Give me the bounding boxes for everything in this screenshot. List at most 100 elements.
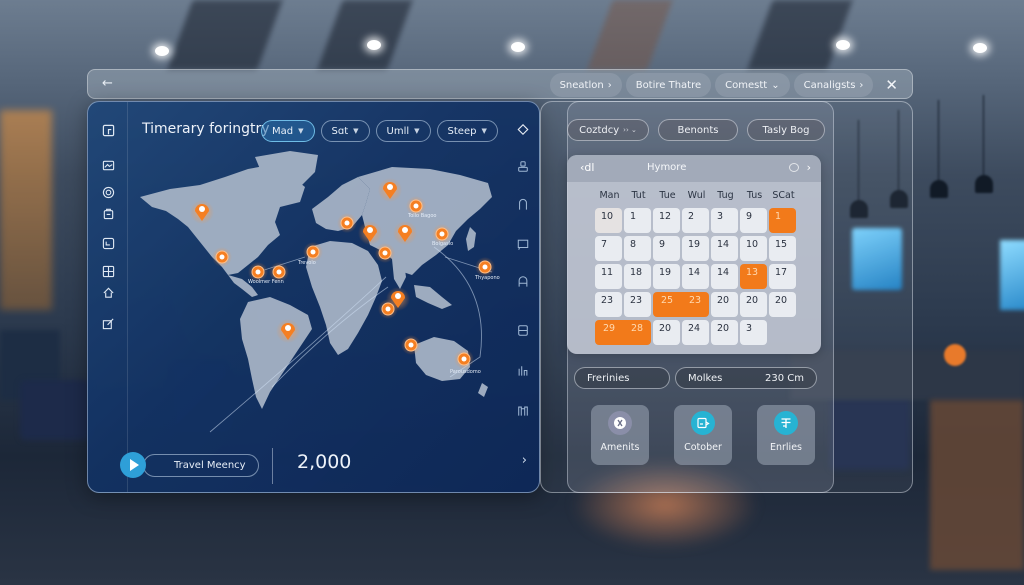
tile-label: Cotober xyxy=(684,442,722,453)
chip-category[interactable]: Coztdcy ›› ⌄ xyxy=(567,119,649,141)
tile-cotober[interactable]: Cotober xyxy=(674,405,732,465)
info-pill-molkes[interactable]: Molkes 230 Cm xyxy=(675,367,817,389)
calendar-day[interactable]: 18 xyxy=(624,264,651,289)
calendar-day-selected[interactable]: 25 23 xyxy=(653,292,709,317)
arrow-left-icon[interactable]: ← xyxy=(102,76,113,91)
calendar-day[interactable]: 11 xyxy=(595,264,622,289)
travel-agency-pill[interactable]: Travel Meency xyxy=(143,454,259,477)
calendar-day-selected[interactable]: 29 28 xyxy=(595,320,651,345)
cabinet xyxy=(930,400,1024,570)
letter-icon[interactable] xyxy=(517,275,529,288)
map-pin xyxy=(303,242,323,262)
top-chip-canaligsts[interactable]: Canaligsts › xyxy=(793,73,874,97)
calendar-day[interactable]: 15 xyxy=(769,236,796,261)
top-chip-sneatlon[interactable]: Sneatlon › xyxy=(549,73,622,97)
calendar-day[interactable]: 20 xyxy=(740,292,767,317)
user-icon[interactable] xyxy=(517,160,529,173)
calendar-day[interactable]: 10 xyxy=(595,208,622,233)
image-icon[interactable] xyxy=(102,159,115,172)
world-map[interactable]: Trevolo Woolmer Fenn Tollo Bagoo Bolgasl… xyxy=(130,147,500,437)
day-number: 17 xyxy=(775,267,788,278)
day-number: 10 xyxy=(746,239,759,250)
chart-icon[interactable] xyxy=(517,364,529,377)
filter-chip-umll[interactable]: Umll ▼ xyxy=(375,120,431,142)
calendar-month-label: Hymore xyxy=(647,162,687,173)
calendar-day[interactable]: 20 xyxy=(711,320,738,345)
calendar-day[interactable]: 3 xyxy=(740,320,767,345)
map-label: Woolmer Fenn xyxy=(248,279,284,285)
diamond-icon[interactable] xyxy=(517,123,529,136)
calendar-day-selected[interactable]: 1 xyxy=(769,208,796,233)
chat-icon[interactable] xyxy=(517,238,529,251)
day-number: 2 xyxy=(688,211,695,222)
globe-icon[interactable] xyxy=(102,186,115,199)
itinerary-map-panel: Timerary foringtry Mad ▼ Sɑt ▼ Umll ▼ Steep… xyxy=(87,101,540,493)
calendar-day[interactable]: 20 xyxy=(769,292,796,317)
weekday-label: Tus xyxy=(746,190,763,201)
map-label: Tollo Bagoo xyxy=(407,213,436,219)
chip-label: Botire Thatre xyxy=(635,79,702,91)
calendar-day[interactable]: 23 xyxy=(624,292,651,317)
chevron-right-icon[interactable]: › xyxy=(807,161,811,174)
calendar-day[interactable]: 20 xyxy=(711,292,738,317)
chip-tasly-bog[interactable]: Tasly Bog xyxy=(747,119,825,141)
filter-chip-steep[interactable]: Steep ▼ xyxy=(436,120,498,142)
calendar-prev-button[interactable]: ‹dl xyxy=(580,161,594,174)
calendar-options-icon[interactable] xyxy=(789,163,799,172)
map-pin xyxy=(212,247,232,267)
calendar-day[interactable]: 14 xyxy=(711,264,738,289)
refresh-icon[interactable] xyxy=(102,237,115,250)
info-pill-frerinies[interactable]: Frerinies xyxy=(574,367,670,389)
calendar-day[interactable]: 14 xyxy=(711,236,738,261)
columns-icon[interactable] xyxy=(517,404,529,417)
map-pin xyxy=(475,257,495,277)
calendar-day[interactable]: 17 xyxy=(769,264,796,289)
card-icon[interactable] xyxy=(517,324,529,337)
grid-icon[interactable] xyxy=(102,265,115,278)
day-number: 11 xyxy=(601,267,614,278)
route-icon[interactable] xyxy=(517,198,529,211)
calendar-day[interactable]: 8 xyxy=(624,236,651,261)
divider xyxy=(272,448,273,484)
tile-enrlies[interactable]: Enrlies xyxy=(757,405,815,465)
tile-amenits[interactable]: Amenits xyxy=(591,405,649,465)
calendar-day-selected[interactable]: 13 xyxy=(740,264,767,289)
calendar-day[interactable]: 20 xyxy=(653,320,680,345)
left-icon-rail xyxy=(88,102,128,492)
chevron-right-icon[interactable]: › xyxy=(522,453,527,468)
calendar-day[interactable]: 3 xyxy=(711,208,738,233)
day-number: 12 xyxy=(659,211,672,222)
day-number: 20 xyxy=(717,323,730,334)
southeast-asia xyxy=(414,285,452,309)
calendar-day[interactable]: 23 xyxy=(595,292,622,317)
weekday-label: Tue xyxy=(659,190,676,201)
calendar-day[interactable]: 14 xyxy=(682,264,709,289)
calendar-day[interactable]: 19 xyxy=(682,236,709,261)
top-chip-botire-thatre[interactable]: Botire Thatre xyxy=(625,73,712,97)
chip-label: Sneatlon xyxy=(559,79,604,91)
calendar-day[interactable]: 2 xyxy=(682,208,709,233)
calendar-day[interactable]: 19 xyxy=(653,264,680,289)
map-pin xyxy=(276,319,300,343)
calendar-day[interactable]: 9 xyxy=(653,236,680,261)
panel-icon[interactable] xyxy=(102,124,115,137)
calendar-day[interactable]: 1 xyxy=(624,208,651,233)
edit-icon[interactable] xyxy=(102,317,115,330)
calendar-day[interactable]: 10 xyxy=(740,236,767,261)
calendar-day[interactable]: 7 xyxy=(595,236,622,261)
map-pin xyxy=(393,221,417,245)
chip-label: Canaligsts xyxy=(803,79,856,91)
calendar-day[interactable]: 24 xyxy=(682,320,709,345)
calendar-day[interactable]: 9 xyxy=(740,208,767,233)
bag-icon[interactable] xyxy=(102,207,115,220)
top-chip-comestt[interactable]: Comestt ⌄ xyxy=(715,73,790,97)
filter-chip-mad[interactable]: Mad ▼ xyxy=(261,120,315,142)
close-icon[interactable]: ✕ xyxy=(881,76,902,94)
play-button[interactable] xyxy=(120,452,146,478)
travel-label: Travel Meency xyxy=(174,460,246,471)
entries-icon xyxy=(774,411,798,435)
calendar-day[interactable]: 12 xyxy=(653,208,680,233)
home-icon[interactable] xyxy=(102,286,115,299)
filter-chip-sat[interactable]: Sɑt ▼ xyxy=(320,120,370,142)
chip-benonts[interactable]: Benonts xyxy=(658,119,738,141)
